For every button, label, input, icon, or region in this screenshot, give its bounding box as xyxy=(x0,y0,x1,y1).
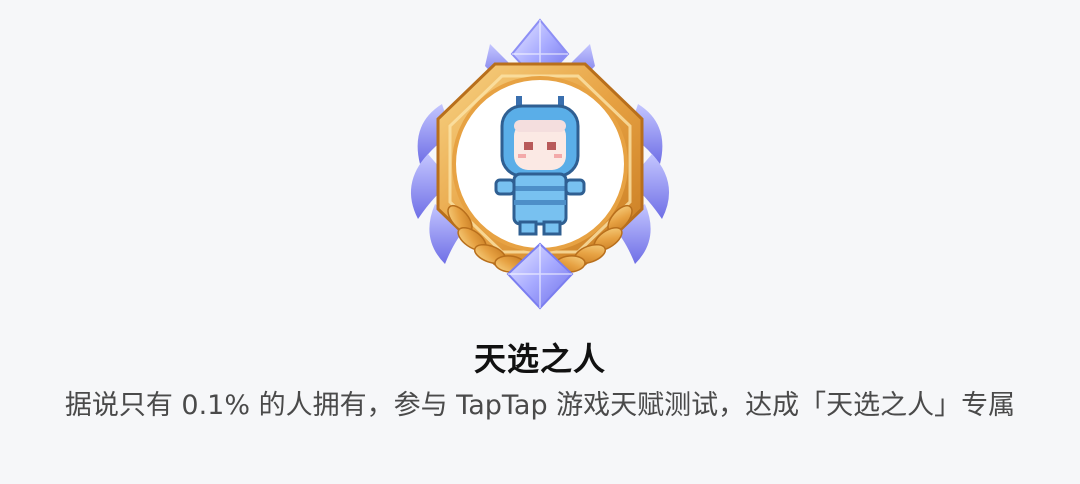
chosen-one-badge-icon xyxy=(390,14,690,314)
achievement-detail: 天选之人 据说只有 0.1% 的人拥有，参与 TapTap 游戏天赋测试，达成「… xyxy=(0,0,1080,484)
achievement-title: 天选之人 xyxy=(473,340,606,378)
achievement-description: 据说只有 0.1% 的人拥有，参与 TapTap 游戏天赋测试，达成「天选之人」… xyxy=(64,390,1016,421)
